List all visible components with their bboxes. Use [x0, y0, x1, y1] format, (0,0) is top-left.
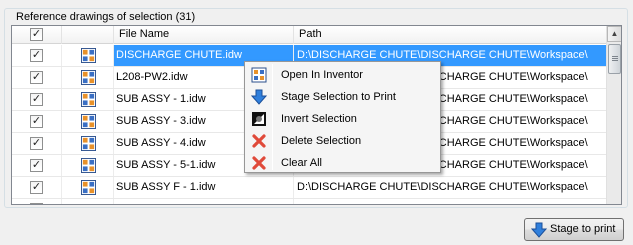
row-check-cell[interactable]: ✓: [12, 155, 62, 176]
header-check-cell[interactable]: ✓: [12, 26, 62, 44]
menu-item-stage-selection[interactable]: Stage Selection to Print: [247, 86, 438, 108]
arrow-down-icon: [531, 222, 547, 238]
row-icon-cell: [62, 133, 114, 154]
row-file-name: [114, 199, 294, 204]
row-icon-cell: [62, 89, 114, 110]
select-all-checkbox[interactable]: ✓: [30, 28, 43, 41]
menu-label-open: Open In Inventor: [281, 69, 363, 81]
row-checkbox[interactable]: ✓: [30, 93, 43, 106]
invert-icon: [252, 112, 266, 126]
red-x-icon: [252, 134, 266, 148]
menu-label-invert: Invert Selection: [281, 113, 357, 125]
row-icon-cell: [62, 67, 114, 88]
row-checkbox[interactable]: ✓: [30, 115, 43, 128]
scroll-up-button[interactable]: ▲: [607, 26, 621, 42]
grid-header: ✓ File Name Path: [12, 26, 608, 44]
row-path: D:\DISCHARGE CHUTE\DISCHARGE CHUTE\Works…: [294, 177, 608, 198]
row-check-cell[interactable]: ✓: [12, 45, 62, 66]
row-icon-cell: [62, 111, 114, 132]
stage-to-print-button[interactable]: Stage to print: [524, 218, 624, 241]
arrow-down-icon: [251, 89, 267, 105]
row-check-cell[interactable]: ✓: [12, 67, 62, 88]
scroll-thumb[interactable]: [608, 44, 621, 74]
row-check-cell[interactable]: ✓: [12, 177, 62, 198]
row-checkbox[interactable]: ✓: [30, 181, 43, 194]
row-check-cell[interactable]: ✓: [12, 111, 62, 132]
menu-label-stage: Stage Selection to Print: [281, 91, 396, 103]
stage-button-label: Stage to print: [550, 223, 616, 235]
menu-label-delete: Delete Selection: [281, 135, 362, 147]
table-row-partial[interactable]: [12, 199, 608, 204]
menu-item-delete-selection[interactable]: Delete Selection: [247, 130, 438, 152]
row-checkbox[interactable]: ✓: [30, 71, 43, 84]
row-icon-cell: [62, 177, 114, 198]
group-title: Reference drawings of selection (31): [14, 11, 198, 23]
row-file-name: SUB ASSY F - 1.idw: [114, 177, 294, 198]
row-checkbox[interactable]: ✓: [30, 137, 43, 150]
menu-item-clear-all[interactable]: Clear All: [247, 152, 438, 174]
header-file-name[interactable]: File Name: [114, 26, 294, 44]
header-path[interactable]: Path: [294, 26, 608, 44]
drawing-icon: [251, 67, 267, 83]
row-check-cell[interactable]: ✓: [12, 89, 62, 110]
row-icon-cell: [62, 199, 114, 204]
row-icon-cell: [62, 45, 114, 66]
row-checkbox[interactable]: [30, 203, 43, 204]
menu-item-open-in-inventor[interactable]: Open In Inventor: [247, 64, 438, 86]
row-checkbox[interactable]: ✓: [30, 49, 43, 62]
red-x-icon: [252, 156, 266, 170]
header-icon-cell: [62, 26, 114, 44]
row-check-cell[interactable]: ✓: [12, 133, 62, 154]
vertical-scrollbar[interactable]: ▲: [606, 26, 621, 204]
table-row[interactable]: ✓ SUB ASSY F - 1.idw D:\DISCHARGE CHUTE\DI…: [12, 177, 608, 199]
row-check-cell[interactable]: [12, 199, 62, 204]
context-menu: Open In Inventor Stage Selection to Prin…: [244, 61, 441, 173]
row-checkbox[interactable]: ✓: [30, 159, 43, 172]
menu-item-invert-selection[interactable]: Invert Selection: [247, 108, 438, 130]
row-icon-cell: [62, 155, 114, 176]
menu-label-clear: Clear All: [281, 157, 322, 169]
row-path: [294, 199, 608, 204]
